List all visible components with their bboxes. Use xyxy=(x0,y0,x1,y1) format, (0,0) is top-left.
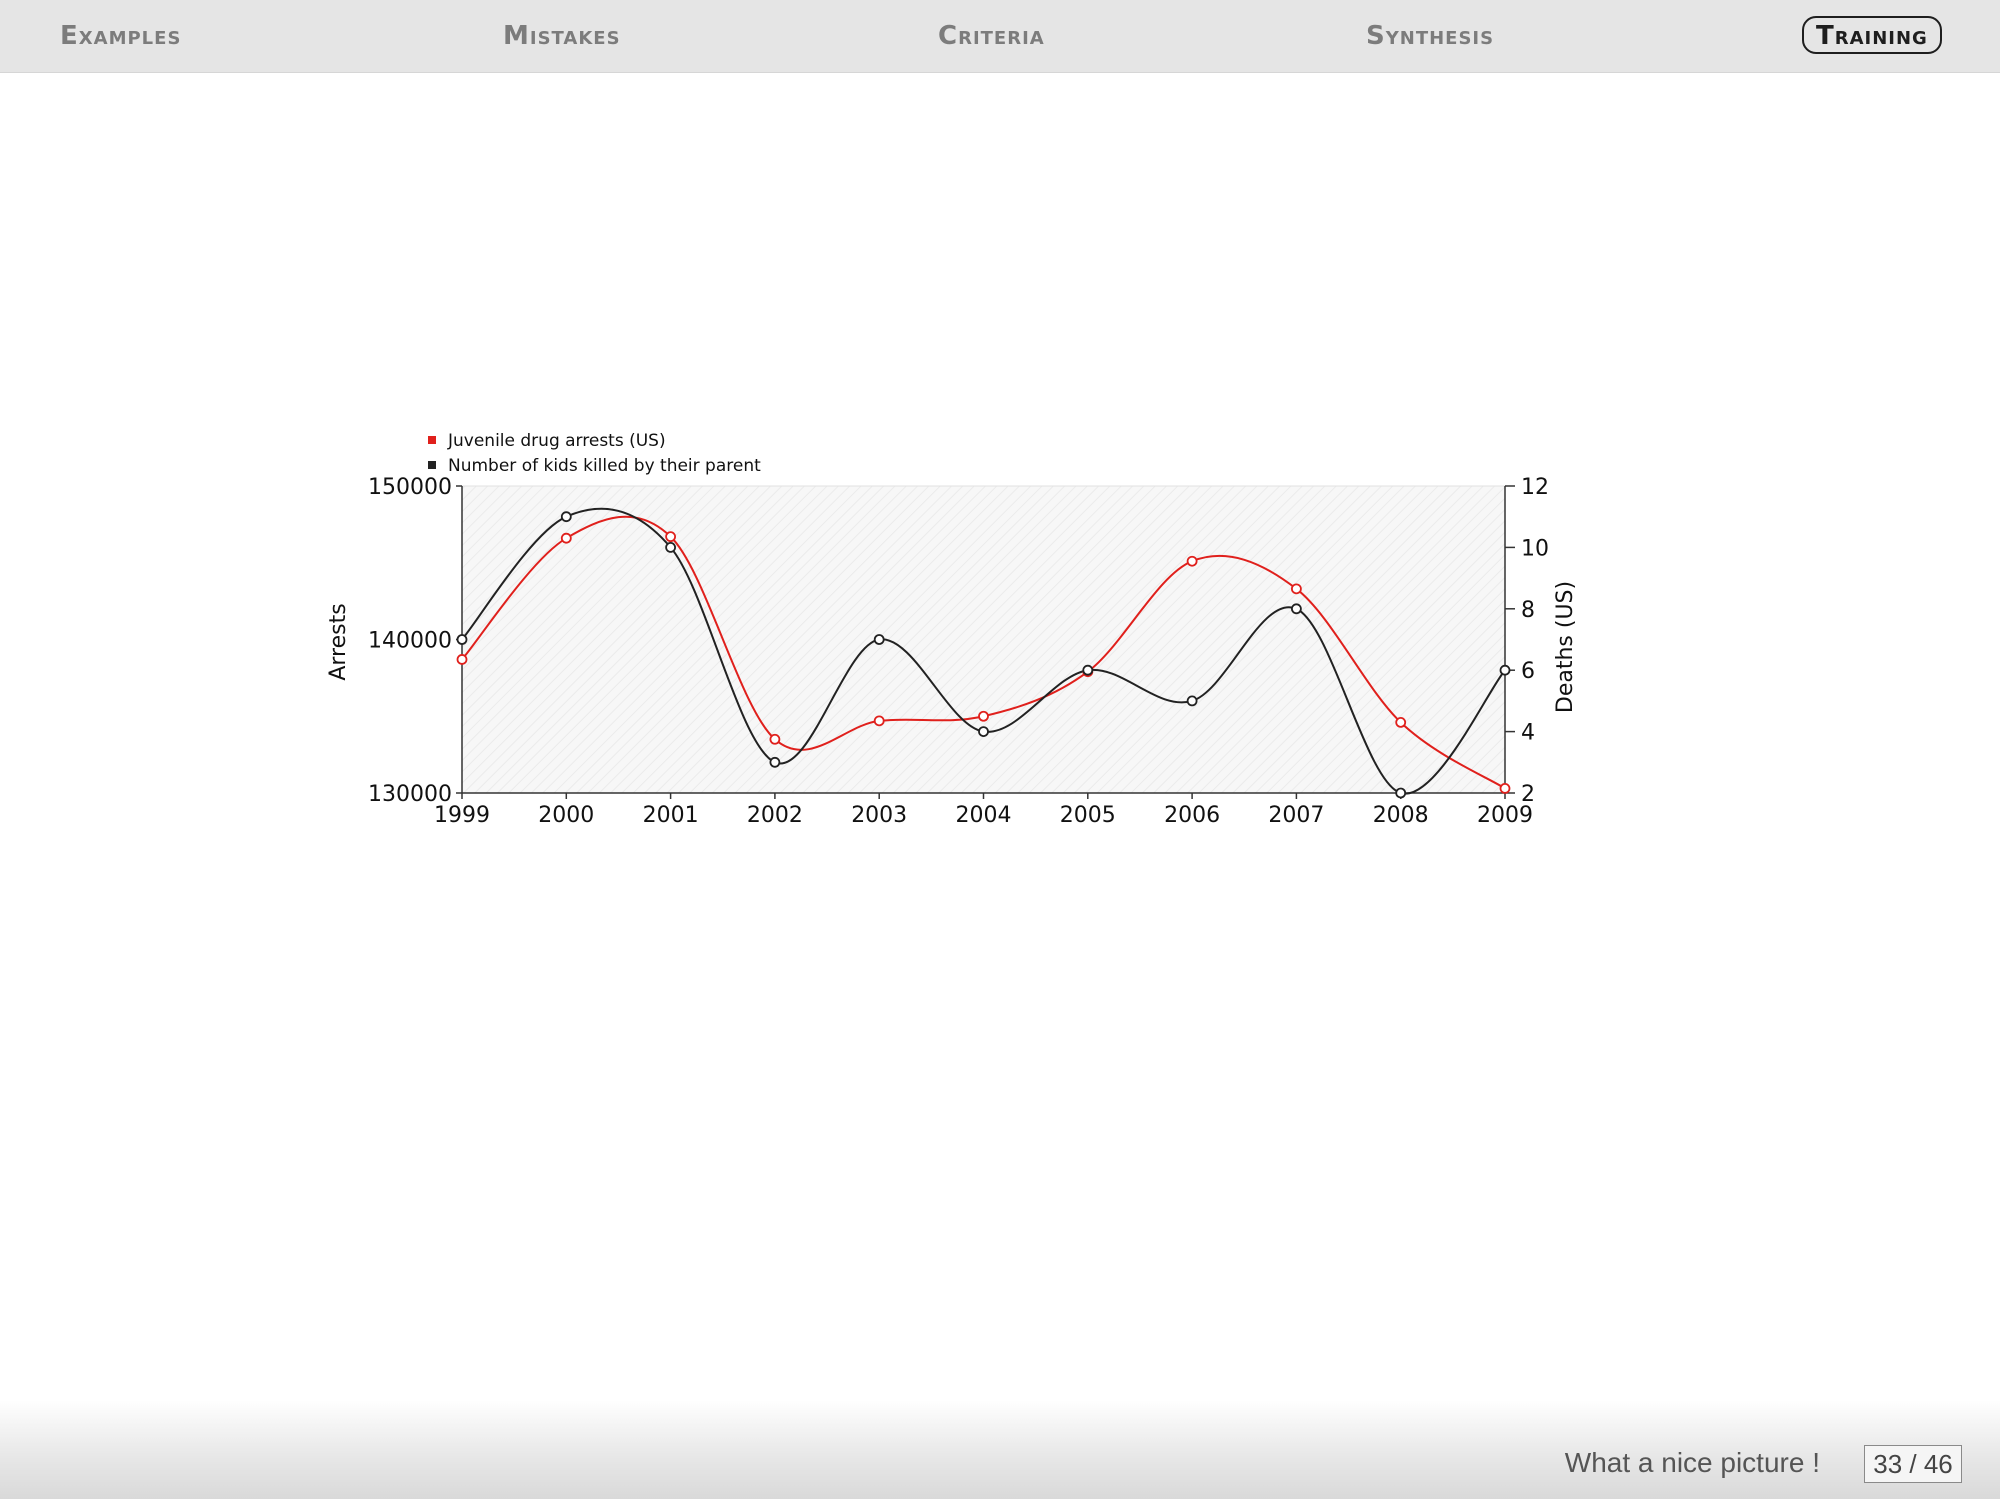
data-point-arrests xyxy=(769,733,781,745)
dual-axis-line-chart: 1999 2000 2001 2002 2003 2004 2005 2006 2007 2008… xyxy=(326,431,1578,828)
y-left-tick-label: 150000 xyxy=(368,475,452,500)
x-tick-label: 2001 xyxy=(643,803,699,828)
y-right-tick-label: 4 xyxy=(1521,721,1535,746)
page-counter: 33 / 46 xyxy=(1864,1445,1962,1483)
x-tick-label: 2003 xyxy=(851,803,907,828)
y-axis-left-label: Arrests xyxy=(326,603,351,680)
legend-label-deaths: Number of kids killed by their parent xyxy=(448,456,761,476)
data-point-deaths xyxy=(665,542,676,553)
data-point-deaths xyxy=(1291,603,1302,615)
data-point-arrests xyxy=(456,654,468,665)
y-left-tick-label: 140000 xyxy=(368,629,452,654)
x-tick-label: 2006 xyxy=(1164,803,1220,828)
data-point-deaths xyxy=(978,726,989,737)
x-tick-label: 2007 xyxy=(1268,803,1324,828)
data-point-deaths xyxy=(1186,695,1198,707)
data-point-arrests xyxy=(665,531,676,543)
y-right-tick-label: 12 xyxy=(1521,475,1549,500)
data-point-deaths xyxy=(560,511,572,523)
data-point-arrests xyxy=(978,710,989,722)
x-tick-label: 2008 xyxy=(1373,803,1429,828)
data-point-deaths xyxy=(769,756,781,768)
data-point-arrests xyxy=(873,715,885,727)
data-point-arrests xyxy=(1186,555,1198,567)
x-tick-label: 2005 xyxy=(1060,803,1116,828)
data-point-deaths xyxy=(1395,787,1407,799)
y-right-tick-label: 10 xyxy=(1521,536,1549,561)
data-point-arrests xyxy=(560,532,572,544)
x-tick-label: 2004 xyxy=(956,803,1012,828)
data-point-deaths xyxy=(1082,664,1094,676)
data-point-deaths xyxy=(873,634,885,645)
plot-area xyxy=(461,485,1506,794)
data-point-arrests xyxy=(1291,583,1302,595)
data-point-deaths xyxy=(1499,664,1511,676)
data-point-arrests xyxy=(1395,716,1407,728)
y-right-tick-label: 8 xyxy=(1521,598,1535,623)
legend-marker-deaths xyxy=(428,461,436,469)
y-axis-right-label: Deaths (US) xyxy=(1553,581,1578,713)
legend-label-arrests: Juvenile drug arrests (US) xyxy=(447,431,666,451)
y-left-tick-label: 130000 xyxy=(368,782,452,807)
y-right-tick-label: 6 xyxy=(1521,659,1535,684)
data-point-arrests xyxy=(1499,782,1511,794)
footer-bar: What a nice picture ! 33 / 46 xyxy=(0,1400,2000,1499)
x-tick-label: 2000 xyxy=(538,803,594,828)
x-tick-label: 2002 xyxy=(747,803,803,828)
y-right-tick-label: 2 xyxy=(1521,782,1535,807)
legend-marker-arrests xyxy=(428,436,436,444)
footer-title: What a nice picture ! xyxy=(1564,1447,1820,1478)
data-point-deaths xyxy=(456,634,468,645)
